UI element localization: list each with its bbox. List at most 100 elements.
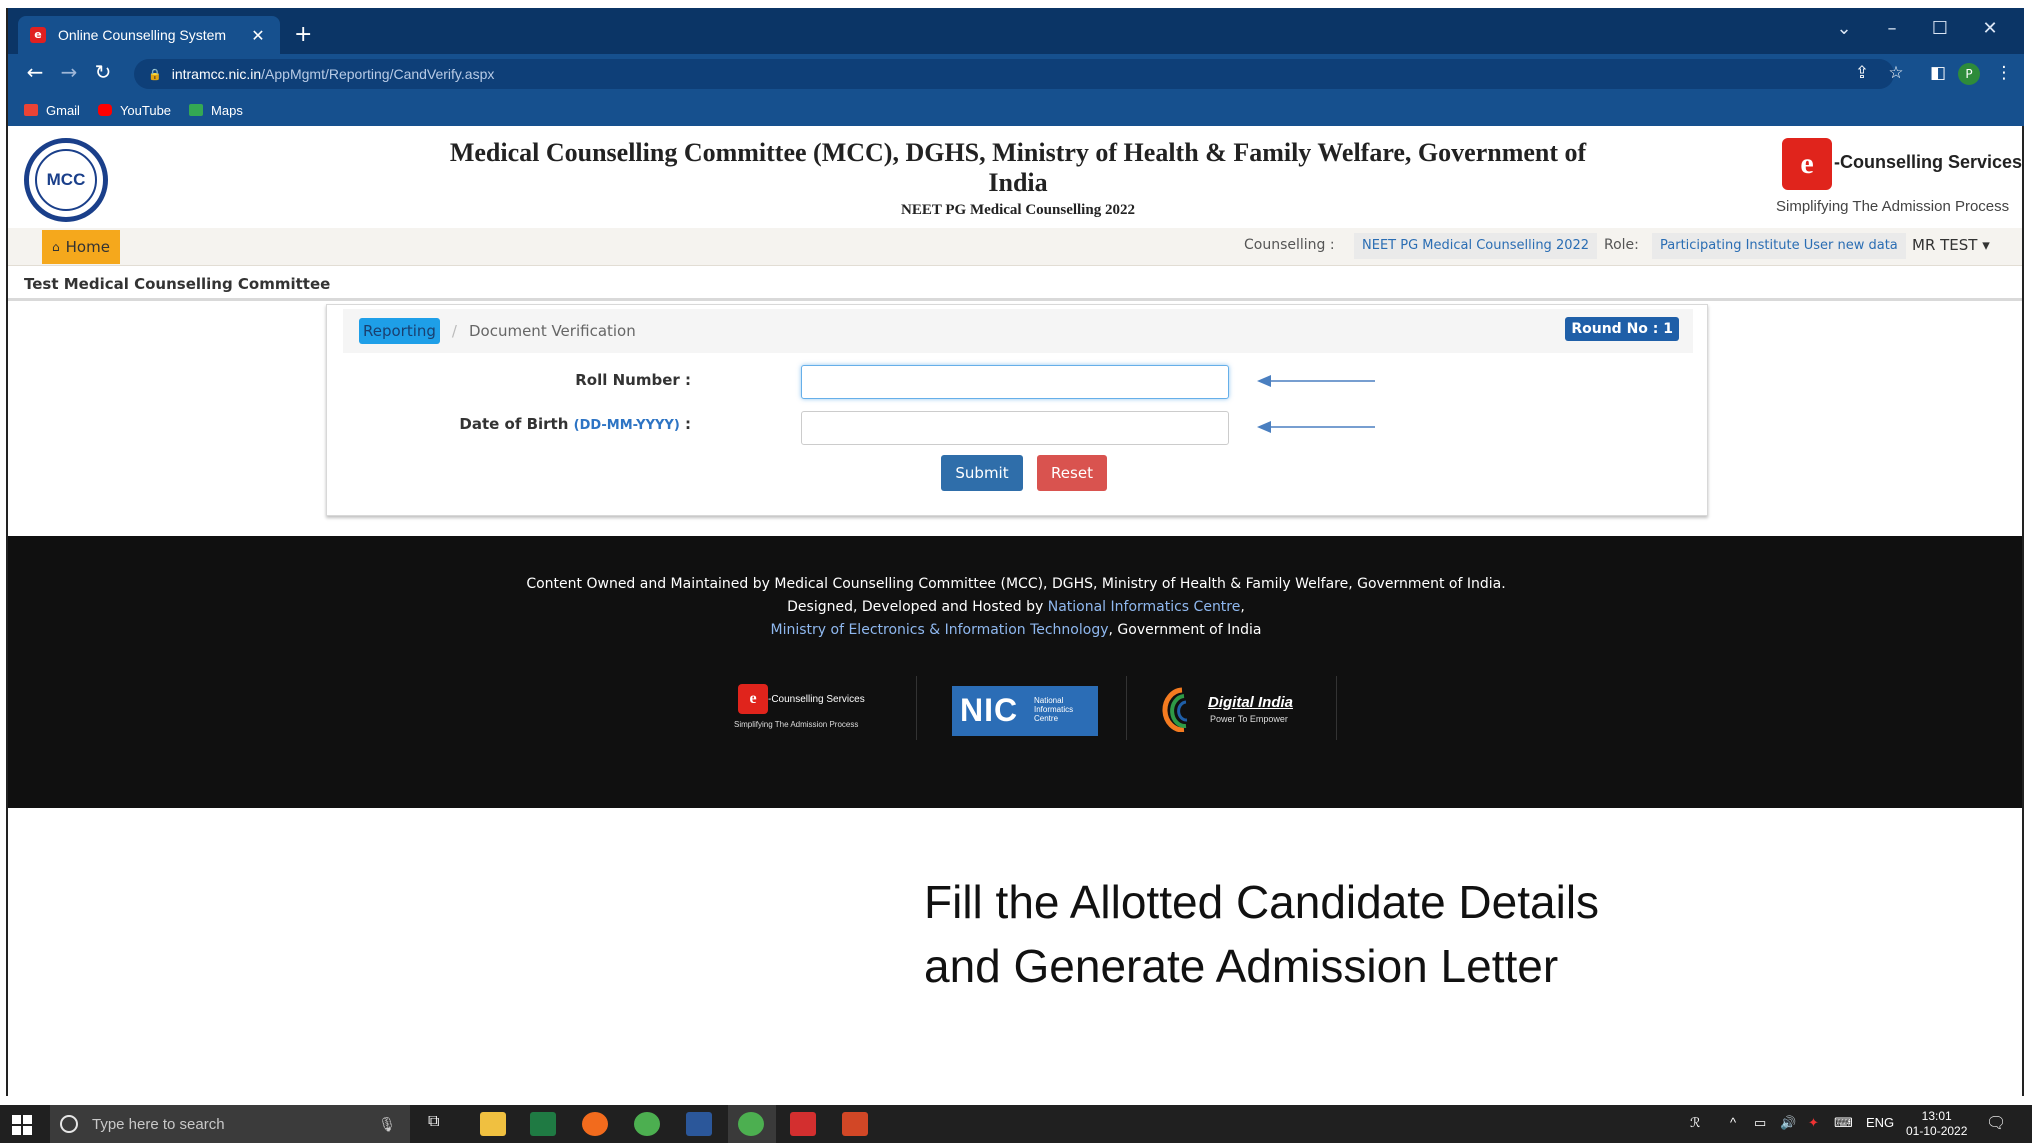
taskbar-clock[interactable]: 13:01 01-10-2022: [1906, 1109, 1967, 1139]
language-indicator[interactable]: ENG: [1866, 1115, 1894, 1130]
volume-icon[interactable]: 🔊: [1780, 1115, 1796, 1131]
bookmark-gmail[interactable]: Gmail: [24, 103, 80, 118]
tab-title: Online Counselling System: [58, 27, 227, 43]
dob-format-hint: (DD-MM-YYYY): [573, 418, 680, 433]
submit-button[interactable]: Submit: [941, 455, 1023, 491]
reload-icon[interactable]: ↻: [88, 60, 118, 84]
nic-link[interactable]: National Informatics Centre: [1048, 599, 1241, 615]
task-view-icon[interactable]: ⧉: [428, 1113, 439, 1131]
browser-tab-strip: e Online Counselling System ✕ + ⌄ – ☐ ✕: [8, 8, 2024, 54]
footer-divider: [1336, 676, 1337, 740]
bookmark-label: YouTube: [119, 102, 172, 118]
digital-india-tagline: Power To Empower: [1210, 714, 1288, 724]
roll-number-input[interactable]: [801, 365, 1229, 399]
home-label: Home: [65, 238, 110, 256]
bookmark-maps[interactable]: Maps: [189, 103, 243, 118]
bookmarks-bar: Gmail YouTube Maps: [8, 94, 2024, 126]
slide-caption: Fill the Allotted Candidate Details and …: [924, 870, 1599, 998]
site-navbar: ⌂ Home Counselling : NEET PG Medical Cou…: [8, 228, 2024, 266]
site-subtitle: NEET PG Medical Counselling 2022: [901, 202, 1135, 218]
bookmark-star-icon[interactable]: ☆: [1884, 63, 1908, 83]
search-placeholder: Type here to search: [92, 1115, 225, 1133]
footer-e-counselling-logo[interactable]: e -Counselling Services Simplifying The …: [734, 676, 884, 740]
role-value: Participating Institute User new data: [1652, 233, 1906, 259]
footer-divider: [1126, 676, 1127, 740]
share-icon[interactable]: ⇪: [1850, 63, 1874, 83]
brand-tagline: Simplifying The Admission Process: [1776, 198, 2010, 215]
browser-menu-icon[interactable]: ⋮: [1992, 63, 2016, 83]
home-button[interactable]: ⌂ Home: [42, 230, 120, 264]
footer-divider: [916, 676, 917, 740]
site-header: MCC Medical Counselling Committee (MCC),…: [8, 126, 2024, 228]
excel-icon[interactable]: [530, 1112, 556, 1136]
tab-search-chevron-icon[interactable]: ⌄: [1824, 18, 1864, 39]
side-panel-icon[interactable]: ◧: [1926, 63, 1950, 83]
close-window-icon[interactable]: ✕: [1970, 18, 2010, 39]
breadcrumb-separator: /: [451, 322, 457, 340]
search-circle-icon: [60, 1115, 78, 1133]
microphone-icon[interactable]: 🎙: [378, 1116, 396, 1133]
organization-name: Test Medical Counselling Committee: [24, 275, 331, 293]
url-host: intramcc.nic.in: [171, 66, 262, 82]
e-logo-icon: e: [1782, 138, 1832, 190]
counselling-value: NEET PG Medical Counselling 2022: [1354, 233, 1598, 259]
profile-avatar[interactable]: P: [1958, 63, 1980, 85]
windows-start-icon[interactable]: [12, 1115, 32, 1135]
bookmark-youtube[interactable]: YouTube: [97, 102, 172, 118]
dob-input[interactable]: [801, 411, 1229, 445]
site-favicon-icon: e: [30, 27, 46, 43]
new-tab-button[interactable]: +: [294, 22, 312, 47]
dob-label: Date of Birth (DD-MM-YYYY) :: [371, 415, 691, 433]
footer-nic-logo[interactable]: NIC National Informatics Centre: [952, 686, 1098, 736]
window-border-right: [2022, 126, 2024, 1096]
maximize-icon[interactable]: ☐: [1920, 18, 1960, 39]
digital-india-swirl-icon: [1162, 687, 1188, 732]
lock-icon: 🔒: [148, 68, 162, 81]
digital-india-name: Digital India: [1208, 694, 1294, 711]
user-menu-dropdown[interactable]: MR TEST ▾: [1912, 236, 1990, 254]
tray-overflow-icon[interactable]: ^: [1730, 1115, 1736, 1130]
maps-icon: [189, 104, 204, 116]
meity-link[interactable]: Ministry of Electronics & Information Te…: [771, 622, 1109, 638]
dropbox-icon[interactable]: ✦: [1808, 1115, 1819, 1131]
nic-logo-sub: National Informatics Centre: [1034, 696, 1074, 723]
breadcrumb: Reporting / Document Verification Round …: [343, 309, 1693, 353]
bookmark-label: Maps: [211, 102, 243, 118]
footer-logo1-tag: Simplifying The Admission Process: [734, 720, 859, 729]
notification-icon[interactable]: 🗨: [1986, 1113, 2006, 1133]
footer-ministry: Ministry of Electronics & Information Te…: [8, 622, 2024, 638]
address-bar[interactable]: 🔒 intramcc.nic.in /AppMgmt/Reporting/Can…: [134, 59, 1894, 89]
dob-colon: :: [679, 415, 691, 433]
footer-hosting: Designed, Developed and Hosted by Nation…: [8, 599, 2024, 615]
firefox-icon[interactable]: [582, 1112, 608, 1136]
windows-taskbar: Type here to search 🎙 ⧉ ℛ ^ ▭ 🔊 ✦ ⌨ ENG …: [0, 1105, 2032, 1143]
footer-comma: ,: [1240, 599, 1245, 615]
chrome-profile-icon[interactable]: [634, 1112, 660, 1136]
word-icon[interactable]: [686, 1112, 712, 1136]
user-name: MR TEST: [1912, 236, 1978, 254]
footer-govt-text: , Government of India: [1108, 622, 1262, 638]
file-explorer-icon[interactable]: [480, 1112, 506, 1136]
taskbar-search-box[interactable]: Type here to search 🎙: [50, 1105, 410, 1143]
powerpoint-icon[interactable]: [842, 1112, 868, 1136]
minimize-icon[interactable]: –: [1872, 18, 1912, 39]
counselling-label: Counselling :: [1244, 237, 1335, 253]
home-icon: ⌂: [52, 240, 60, 254]
breadcrumb-reporting[interactable]: Reporting: [359, 318, 440, 344]
footer-digital-india-logo[interactable]: Digital India Power To Empower: [1162, 676, 1312, 740]
chrome-icon[interactable]: [738, 1112, 764, 1136]
close-tab-icon[interactable]: ✕: [248, 26, 268, 45]
back-arrow-icon[interactable]: ←: [20, 60, 50, 84]
footer-logo1-name: -Counselling Services: [768, 694, 865, 705]
reset-button[interactable]: Reset: [1037, 455, 1107, 491]
people-icon[interactable]: ℛ: [1690, 1115, 1700, 1131]
network-icon[interactable]: ▭: [1754, 1115, 1766, 1131]
nic-logo-text: NIC: [960, 692, 1019, 728]
browser-tab[interactable]: e Online Counselling System ✕: [18, 16, 280, 54]
verification-panel: Reporting / Document Verification Round …: [326, 304, 1708, 516]
forward-arrow-icon[interactable]: →: [54, 60, 84, 84]
youtube-icon: [97, 104, 112, 116]
acrobat-icon[interactable]: [790, 1112, 816, 1136]
keyboard-icon[interactable]: ⌨: [1834, 1115, 1853, 1131]
dob-arrow-icon: [1257, 421, 1375, 433]
